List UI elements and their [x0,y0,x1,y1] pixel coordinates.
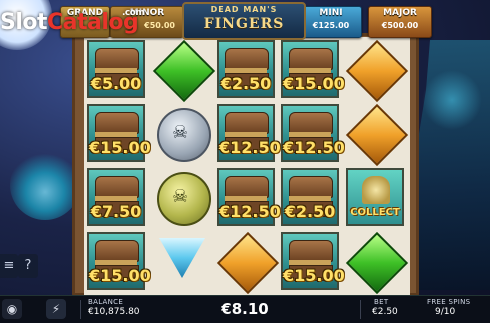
jackpot-mini-value: €125.00 [312,21,350,30]
chest-lid [95,48,139,70]
green-gem-symbol [345,231,409,295]
chest-lid [95,176,139,198]
ghost-ship [10,150,80,220]
blue-gem-icon [159,238,205,278]
chest-value: €15.00 [283,266,345,285]
chest-value: €5.00 [90,74,142,93]
chest-lid [225,48,269,70]
chest-value: €15.00 [89,266,151,285]
help-icon: ? [24,258,32,273]
collect-label: COLLECT [350,207,400,218]
chest-lid [289,176,333,198]
treasure-chest-symbol: €15.00 [87,104,151,162]
orange-gem-symbol [345,103,409,167]
free-spins-label: FREE SPINS [427,298,471,306]
treasure-chest-symbol: €15.00 [281,40,345,98]
green-gem-symbol [152,39,216,103]
watermark: SlotCatalog .com [0,8,145,35]
orange-gem-symbol [345,39,409,103]
treasure-chest-symbol: €12.50 [217,168,281,226]
treasure-chest-symbol: €15.00 [281,232,345,290]
reel-grid: €5.00 €2.50 €15.00 €15.00 ☠ €12.50 €12.50 €7.50… [84,37,410,295]
jackpot-mini: MINI €125.00 [300,6,362,38]
free-spins-value: 9/10 [435,307,456,317]
skull-icon: ☠ [172,186,189,207]
blue-gem-symbol [153,232,211,290]
chest-lid [289,240,333,262]
sound-button[interactable]: ◉ [2,299,22,319]
chest-value: €12.50 [219,138,281,157]
chest-lid [225,176,269,198]
bet-value: €2.50 [372,307,398,317]
jackpot-major: MAJOR €500.00 [368,6,432,38]
treasure-chest-symbol: €15.00 [87,232,151,290]
chest-lid [289,112,333,134]
chest-lid [225,112,269,134]
chest-lid [95,112,139,134]
menu-button[interactable]: ≡ [0,254,18,278]
balance-value: €10,875.80 [88,307,140,317]
divider [80,300,81,319]
turbo-icon: ⚡ [51,302,61,316]
bet-label: BET [374,298,389,306]
turbo-button[interactable]: ⚡ [46,299,66,319]
chest-value: €15.00 [283,74,345,93]
divider [360,300,361,319]
treasure-chest-symbol: €12.50 [217,104,281,162]
bottom-bar: ◉ ⚡ BALANCE €10,875.80 €8.10 BET €2.50 F… [0,295,490,323]
chest-value: €2.50 [284,202,336,221]
treasure-chest-symbol: €12.50 [281,104,345,162]
green-gem-icon [152,39,216,103]
jackpot-major-value: €500.00 [381,21,419,30]
orange-gem-icon [345,39,409,103]
logo-line1: DEAD MAN'S [210,5,278,14]
game-logo: DEAD MAN'S FINGERS [182,2,306,40]
chest-lid [95,240,139,262]
chest-value: €15.00 [89,138,151,157]
gold-skull-coin-symbol: ☠ [153,168,211,226]
chest-value: €12.50 [283,138,345,157]
watermark-slot: Slot [0,10,48,35]
ruins-glow [422,70,482,130]
orange-gem-icon [345,103,409,167]
balance-label: BALANCE [88,298,124,306]
win-amount: €8.10 [221,300,269,318]
treasure-chest-symbol: €5.00 [87,40,145,98]
skull-icon: ☠ [172,122,189,143]
collect-symbol: COLLECT [346,168,404,226]
treasure-chest-symbol: €2.50 [217,40,275,98]
treasure-chest-symbol: €7.50 [87,168,145,226]
jackpot-major-label: MAJOR [383,8,417,18]
jackpot-mini-label: MINI [319,8,343,18]
chest-value: €12.50 [219,202,281,221]
skeleton-hand-icon [362,176,390,204]
silver-skull-coin-symbol: ☠ [153,104,211,162]
help-button[interactable]: ? [18,254,38,278]
logo-line2: FINGERS [203,16,285,32]
watermark-com: .com [122,8,145,18]
orange-gem-icon [216,231,280,295]
chest-lid [289,48,333,70]
treasure-chest-symbol: €2.50 [281,168,339,226]
chest-value: €2.50 [220,74,272,93]
chest-value: €7.50 [90,202,142,221]
orange-gem-symbol [216,231,280,295]
green-gem-icon [345,231,409,295]
